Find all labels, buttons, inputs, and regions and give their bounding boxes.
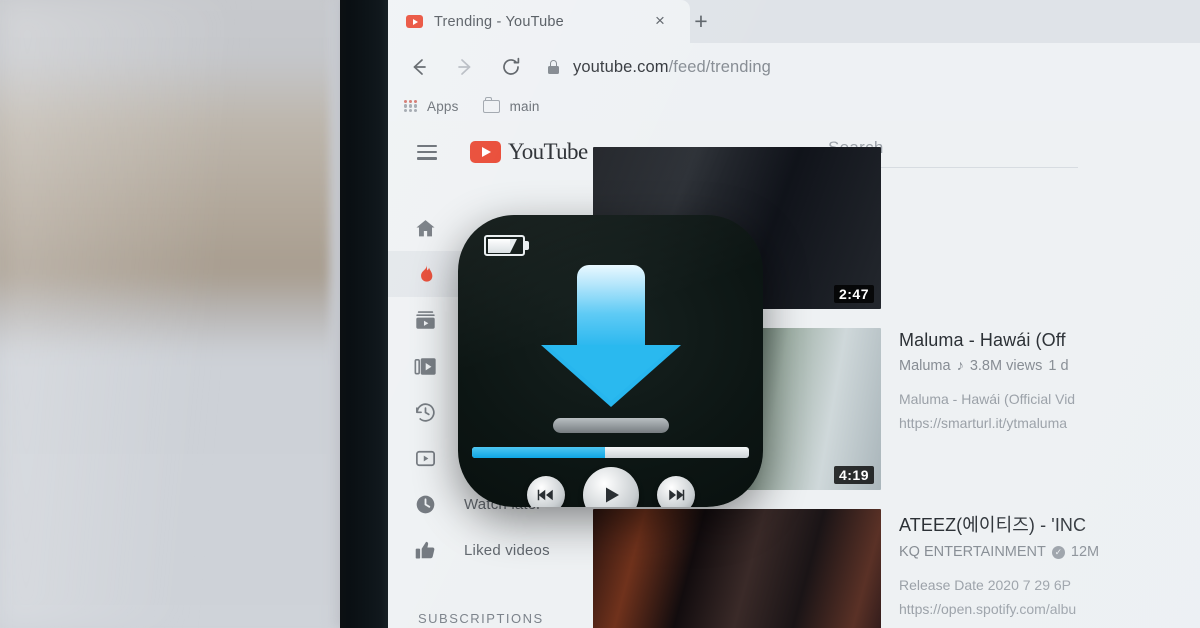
new-tab-button[interactable]: + — [690, 10, 712, 33]
video-subtitle: Maluma ♪ 3.8M views 1 d — [899, 358, 1200, 374]
video-channel[interactable]: Maluma — [899, 358, 951, 374]
close-icon[interactable]: × — [651, 12, 669, 30]
library-icon — [412, 353, 438, 379]
video-views: 3.8M views — [969, 358, 1043, 374]
video-channel[interactable]: KQ ENTERTAINMENT — [899, 544, 1046, 560]
video-duration: 2:47 — [833, 285, 874, 303]
background-highlight — [0, 0, 352, 628]
video-downloader-app-icon[interactable] — [458, 215, 763, 507]
thumbs-up-icon — [412, 537, 438, 563]
verified-badge-icon: ✓ — [1051, 545, 1065, 559]
screenshot-stage: Trending - YouTube × + youtube.com/feed/… — [0, 0, 1200, 628]
video-description: Maluma - Hawái (Official Vid — [899, 391, 1076, 407]
url-domain: youtube.com — [573, 57, 669, 76]
clock-icon — [412, 491, 438, 517]
youtube-logo[interactable]: YouTube — [470, 139, 588, 165]
youtube-play-icon — [470, 141, 501, 163]
tab-title: Trending - YouTube — [434, 13, 564, 30]
sidebar-item-label: Liked videos — [464, 541, 550, 559]
back-icon[interactable] — [402, 50, 436, 84]
browser-tab[interactable]: Trending - YouTube — [388, 0, 690, 43]
forward-icon[interactable] — [448, 50, 482, 84]
battery-icon — [484, 235, 530, 256]
video-link[interactable]: https://open.spotify.com/albu — [899, 599, 1200, 621]
hamburger-icon[interactable] — [417, 144, 437, 160]
previous-button[interactable] — [526, 476, 565, 507]
subscriptions-icon — [412, 307, 438, 333]
video-meta: Maluma - Hawái (Off Maluma ♪ 3.8M views … — [899, 328, 1200, 490]
address-bar-url: youtube.com/feed/trending — [573, 58, 771, 77]
download-progress-bar[interactable] — [472, 447, 749, 458]
your-videos-icon — [412, 445, 438, 471]
address-bar[interactable]: youtube.com/feed/trending — [548, 58, 1200, 77]
music-note-icon: ♪ — [956, 358, 964, 374]
video-meta — [899, 147, 1200, 309]
home-icon — [412, 215, 438, 241]
history-icon — [412, 399, 438, 425]
bookmark-apps[interactable]: Apps — [427, 99, 459, 114]
sidebar-section-subscriptions: SUBSCRIPTIONS — [418, 611, 544, 626]
video-link[interactable]: https://smarturl.it/ytmaluma — [899, 413, 1200, 435]
browser-toolbar: youtube.com/feed/trending — [388, 43, 1200, 91]
media-controls — [458, 467, 763, 507]
video-subtitle: KQ ENTERTAINMENT ✓ 12M — [899, 544, 1200, 560]
download-arrow-icon — [541, 265, 681, 407]
apps-grid-icon[interactable] — [404, 99, 417, 113]
video-thumbnail[interactable]: KQ KQ ENT OFFICIAL 3:52 — [593, 509, 881, 628]
download-baseline — [553, 418, 669, 433]
lock-icon — [548, 60, 559, 74]
video-row[interactable]: KQ KQ ENT OFFICIAL 3:52 ATEEZ(에이티즈) - 'I… — [593, 509, 1200, 628]
folder-icon[interactable] — [482, 97, 500, 113]
browser-tab-strip: Trending - YouTube × + — [388, 0, 1200, 43]
video-age: 1 d — [1048, 358, 1069, 374]
youtube-icon — [406, 15, 423, 28]
video-views: 12M — [1070, 544, 1100, 560]
sidebar-item-liked-videos[interactable]: Liked videos — [388, 527, 593, 573]
video-title[interactable]: Maluma - Hawái (Off — [899, 330, 1200, 351]
trending-flame-icon — [412, 261, 438, 287]
reload-icon[interactable] — [494, 50, 528, 84]
video-meta: ATEEZ(에이티즈) - 'INC KQ ENTERTAINMENT ✓ 12… — [899, 509, 1200, 628]
bookmark-main[interactable]: main — [510, 99, 540, 114]
youtube-logo-text: YouTube — [508, 139, 588, 164]
bookmarks-bar: Apps main — [388, 91, 1200, 121]
play-button[interactable] — [582, 467, 639, 507]
monitor-bezel — [340, 0, 685, 628]
video-description: Release Date 2020 7 29 6P — [899, 577, 1072, 593]
video-title[interactable]: ATEEZ(에이티즈) - 'INC — [899, 511, 1200, 537]
video-duration: 4:19 — [833, 466, 874, 484]
url-path: /feed/trending — [668, 57, 771, 76]
next-button[interactable] — [656, 476, 695, 507]
